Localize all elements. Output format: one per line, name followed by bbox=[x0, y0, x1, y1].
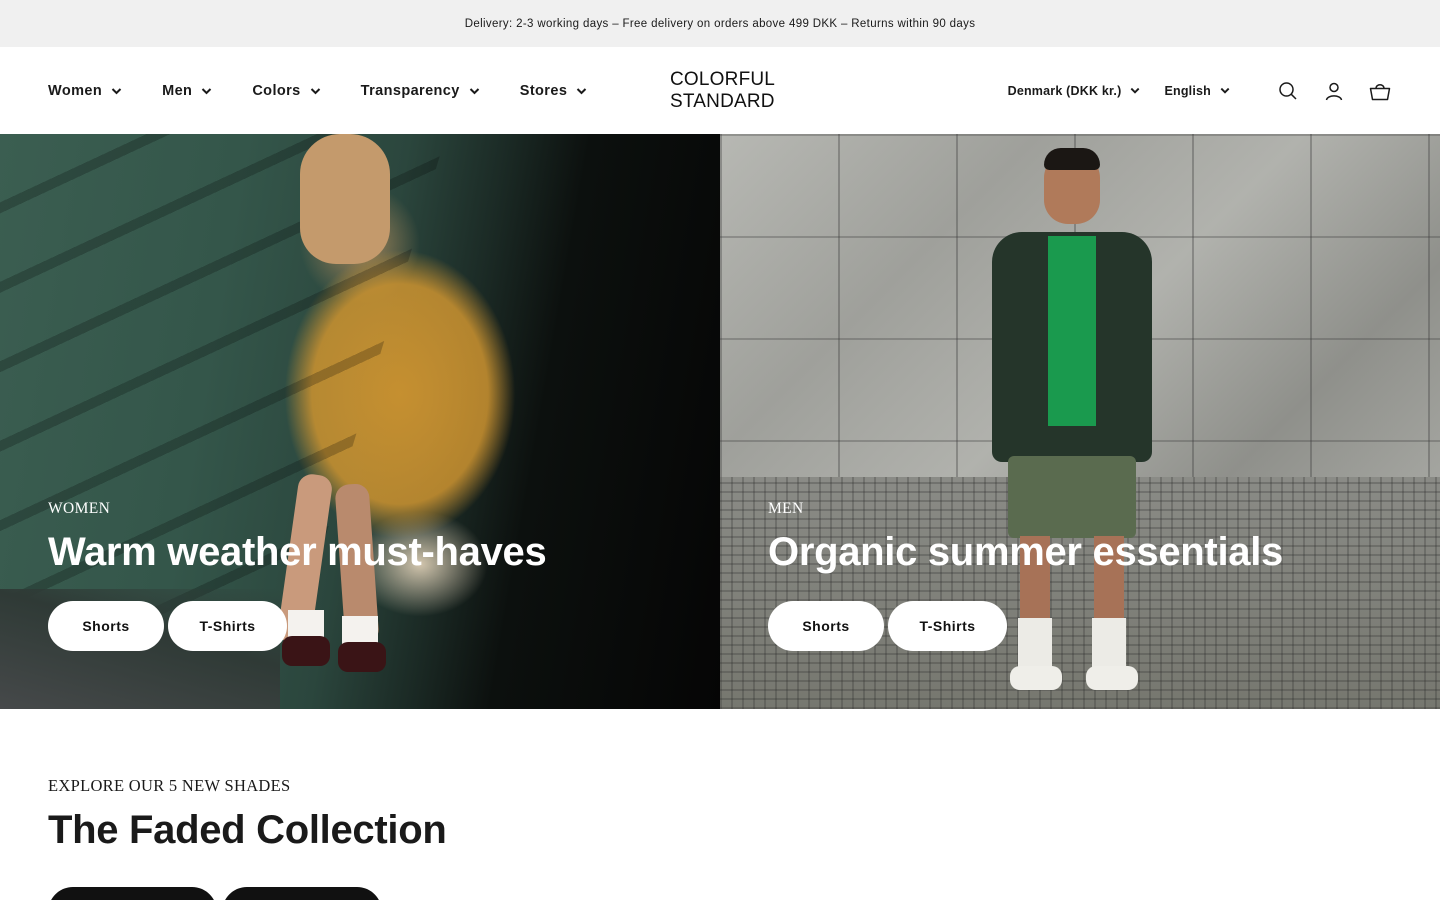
nav-item-label: Men bbox=[162, 82, 193, 99]
hero-eyebrow: MEN bbox=[768, 500, 804, 517]
hero-panel-women[interactable]: WOMEN Warm weather must-haves Shorts T-S… bbox=[0, 134, 720, 709]
hero-content-women: WOMEN Warm weather must-haves Shorts T-S… bbox=[48, 500, 547, 651]
country-selector[interactable]: Denmark (DKK kr.) bbox=[1008, 84, 1141, 98]
hero-headline: Organic summer essentials bbox=[768, 530, 1283, 574]
nav-item-colors[interactable]: Colors bbox=[252, 83, 320, 99]
collection-button[interactable] bbox=[48, 887, 217, 900]
nav-item-label: Stores bbox=[519, 82, 568, 99]
chevron-down-icon bbox=[1220, 87, 1230, 94]
logo-line-2: STANDARD bbox=[670, 91, 775, 112]
chevron-down-icon bbox=[469, 87, 479, 94]
hero-buttons: Shorts T-Shirts bbox=[48, 601, 546, 651]
collection-title: The Faded Collection bbox=[48, 808, 447, 852]
hero-buttons: Shorts T-Shirts bbox=[768, 601, 1283, 651]
country-label: Denmark (DKK kr.) bbox=[1007, 83, 1122, 98]
chevron-down-icon bbox=[577, 87, 587, 94]
search-button[interactable] bbox=[1276, 79, 1300, 103]
header-utilities: Denmark (DKK kr.) English bbox=[1008, 47, 1392, 134]
nav-item-label: Women bbox=[48, 82, 103, 99]
nav-item-women[interactable]: Women bbox=[48, 83, 122, 99]
brand-logo[interactable]: COLORFUL STANDARD bbox=[670, 69, 776, 113]
hero-panel-men[interactable]: MEN Organic summer essentials Shorts T-S… bbox=[720, 134, 1440, 709]
women-tshirts-button[interactable]: T-Shirts bbox=[168, 601, 287, 651]
announcement-bar: Delivery: 2-3 working days – Free delive… bbox=[0, 0, 1440, 47]
search-icon bbox=[1279, 81, 1297, 100]
announcement-text: Delivery: 2-3 working days – Free delive… bbox=[464, 17, 976, 30]
hero-banner: WOMEN Warm weather must-haves Shorts T-S… bbox=[0, 134, 1440, 709]
language-label: English bbox=[1164, 83, 1211, 98]
nav-item-label: Colors bbox=[252, 82, 301, 99]
hero-content-men: MEN Organic summer essentials Shorts T-S… bbox=[768, 500, 1283, 651]
nav-item-label: Transparency bbox=[360, 82, 460, 99]
collection-buttons bbox=[48, 887, 387, 900]
nav-item-transparency[interactable]: Transparency bbox=[361, 83, 480, 99]
site-header: Women Men Colors Transparency Stores COL… bbox=[0, 47, 1440, 134]
chevron-down-icon bbox=[202, 87, 212, 94]
hero-headline: Warm weather must-haves bbox=[48, 530, 547, 574]
language-selector[interactable]: English bbox=[1164, 84, 1230, 98]
collection-section: EXPLORE OUR 5 NEW SHADES The Faded Colle… bbox=[48, 776, 447, 900]
main-nav: Women Men Colors Transparency Stores bbox=[48, 47, 627, 134]
cart-button[interactable] bbox=[1368, 79, 1392, 103]
model-figure bbox=[300, 134, 390, 264]
women-shorts-button[interactable]: Shorts bbox=[48, 601, 164, 651]
logo-line-1: COLORFUL bbox=[670, 69, 776, 90]
men-shorts-button[interactable]: Shorts bbox=[768, 601, 884, 651]
chevron-down-icon bbox=[1131, 87, 1140, 94]
account-icon bbox=[1325, 82, 1343, 100]
nav-item-men[interactable]: Men bbox=[162, 83, 212, 99]
cart-icon bbox=[1369, 83, 1391, 100]
hero-eyebrow: WOMEN bbox=[48, 500, 111, 517]
men-tshirts-button[interactable]: T-Shirts bbox=[888, 601, 1007, 651]
collection-button[interactable] bbox=[222, 887, 382, 900]
collection-eyebrow: EXPLORE OUR 5 NEW SHADES bbox=[48, 776, 291, 795]
nav-item-stores[interactable]: Stores bbox=[520, 83, 588, 99]
chevron-down-icon bbox=[111, 87, 122, 94]
account-button[interactable] bbox=[1322, 79, 1346, 103]
chevron-down-icon bbox=[310, 87, 320, 94]
